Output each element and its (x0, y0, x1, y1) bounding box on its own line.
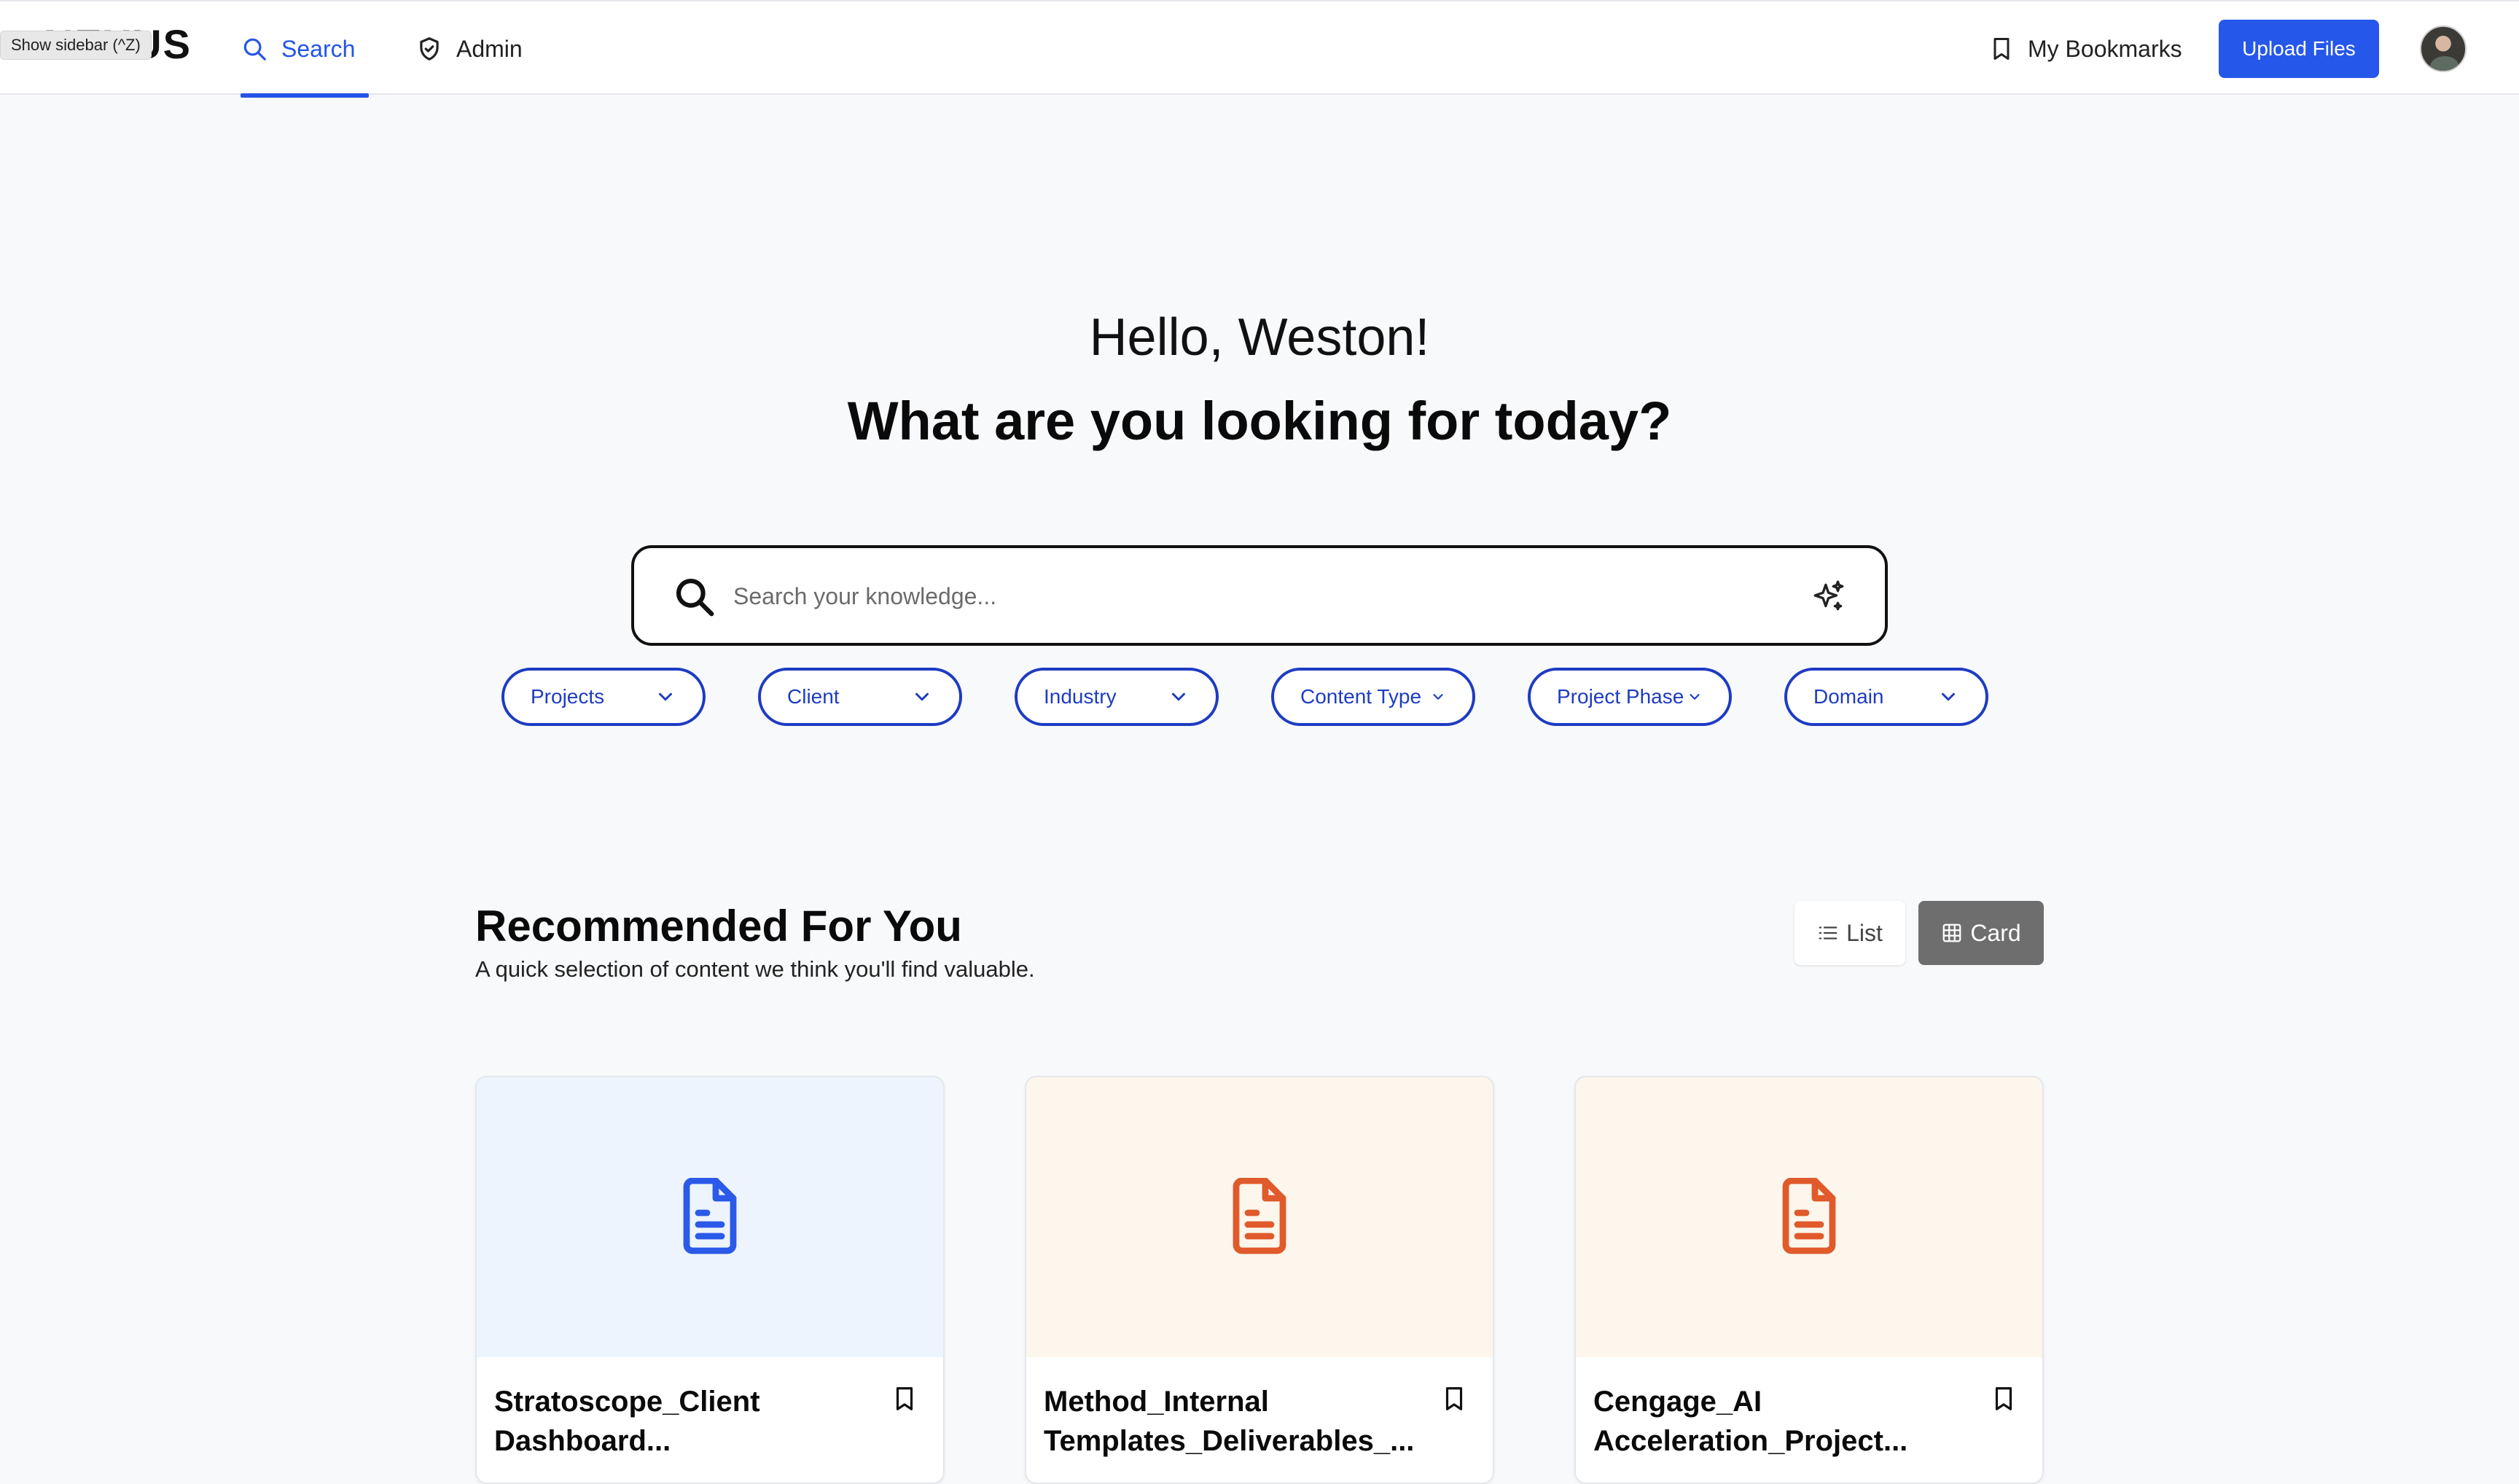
card-thumbnail (1576, 1077, 2042, 1357)
tab-search-label: Search (281, 35, 356, 62)
tab-admin[interactable]: Admin (415, 1, 523, 96)
filter-label: Project Phase (1557, 685, 1684, 708)
filter-projects[interactable]: Projects (501, 668, 706, 726)
content-card[interactable]: Cengage_AI Acceleration_Project... (1574, 1076, 2044, 1484)
chevron-down-icon (915, 692, 929, 701)
filter-label: Domain (1813, 685, 1884, 708)
greeting-text: Hello, Weston! (1089, 308, 1430, 367)
recommended-title: Recommended For You (475, 902, 962, 950)
document-icon (683, 1178, 737, 1254)
card-thumbnail (1026, 1077, 1493, 1357)
chevron-down-icon (1172, 692, 1185, 701)
chevron-down-icon (659, 692, 672, 701)
list-view-label: List (1846, 919, 1883, 946)
recommended-subtitle: A quick selection of content we think yo… (475, 956, 1035, 982)
page-title: What are you looking for today? (847, 391, 1672, 451)
document-icon (1782, 1178, 1836, 1254)
filter-label: Projects (531, 685, 605, 708)
filter-client[interactable]: Client (758, 668, 962, 726)
search-icon (676, 578, 714, 617)
filter-domain[interactable]: Domain (1784, 668, 1988, 726)
card-title[interactable]: Cengage_AI Acceleration_Project... (1593, 1382, 1987, 1461)
content-card[interactable]: Method_Internal Templates_Deliverables_.… (1025, 1076, 1494, 1484)
bookmark-icon[interactable] (1440, 1383, 1468, 1414)
search-input[interactable] (733, 566, 1754, 627)
list-icon (1819, 926, 1837, 940)
search-bar[interactable] (631, 545, 1888, 646)
shield-icon (420, 37, 439, 60)
content-card[interactable]: Stratoscope_Client Dashboard... (475, 1076, 945, 1484)
top-navigation-bar: NEXUS Show sidebar (^Z) Search Admin My … (0, 0, 2519, 98)
filter-label: Client (787, 685, 840, 708)
filter-content-type[interactable]: Content Type (1271, 668, 1475, 726)
bookmark-icon[interactable] (1990, 1383, 2018, 1414)
list-view-button[interactable]: List (1794, 901, 1905, 965)
card-title[interactable]: Method_Internal Templates_Deliverables_.… (1044, 1382, 1437, 1461)
card-title[interactable]: Stratoscope_Client Dashboard... (494, 1382, 888, 1461)
my-bookmarks-link[interactable]: My Bookmarks (1988, 1, 2182, 96)
chevron-down-icon (1942, 692, 1955, 701)
avatar[interactable] (2420, 26, 2467, 72)
filter-label: Content Type (1300, 685, 1422, 708)
upload-files-button[interactable]: Upload Files (2219, 20, 2379, 78)
document-icon (1233, 1178, 1286, 1254)
card-thumbnail (477, 1077, 943, 1357)
bookmark-icon[interactable] (891, 1383, 918, 1414)
tab-admin-label: Admin (456, 35, 523, 62)
bookmark-icon (1993, 38, 2010, 60)
filter-industry[interactable]: Industry (1015, 668, 1219, 726)
filter-project-phase[interactable]: Project Phase (1528, 668, 1732, 726)
filter-row: Projects Client Industry Content Type Pr… (0, 668, 2519, 726)
card-view-label: Card (1970, 919, 2021, 946)
chevron-down-icon (1690, 694, 1700, 700)
sparkle-icon[interactable] (1811, 579, 1847, 615)
filter-label: Industry (1044, 685, 1117, 708)
grid-icon (1942, 923, 1961, 942)
chevron-down-icon (1433, 694, 1443, 700)
search-icon (243, 38, 266, 60)
card-view-button[interactable]: Card (1918, 901, 2044, 965)
my-bookmarks-label: My Bookmarks (2028, 35, 2182, 62)
show-sidebar-tooltip: Show sidebar (^Z) (0, 31, 152, 60)
tab-search[interactable]: Search (241, 1, 369, 98)
